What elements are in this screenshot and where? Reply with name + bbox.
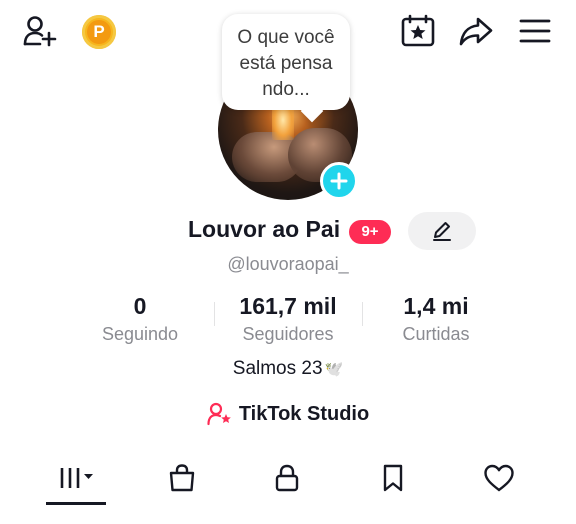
stat-followers[interactable]: 161,7 mil Seguidores [218,292,358,345]
grid-bars-icon [60,468,93,488]
coin-icon: P [87,20,111,44]
tiktok-studio-link[interactable]: TikTok Studio [207,402,369,426]
tab-saved[interactable] [363,456,423,500]
active-tab-indicator [46,502,106,505]
bookmark-icon [383,464,403,492]
likes-count: 1,4 mi [403,293,469,319]
share-button[interactable] [458,14,494,48]
bubble-line-3: ndo... [262,79,310,100]
tab-liked[interactable] [469,456,529,500]
bio: Salmos 23 🕊️ [0,358,576,380]
chevron-down-icon [84,474,93,479]
shopping-bag-icon [169,464,195,492]
profile-handle: @louvoraopai_ [227,254,349,274]
add-friend-button[interactable] [22,14,60,50]
following-count: 0 [133,293,147,319]
plus-icon [330,172,348,190]
followers-label: Seguidores [242,324,334,344]
tiktok-studio-link-wrap: TikTok Studio [0,402,576,431]
bubble-line-2: está pensa [239,53,333,74]
calendar-star-icon [401,14,435,47]
stat-following[interactable]: 0 Seguindo [70,292,210,345]
status-note-bubble[interactable]: O que você está pensa ndo... [222,14,350,123]
heart-icon [484,464,514,492]
followers-count: 161,7 mil [239,293,337,319]
profile-name: Louvor ao Pai [188,216,341,242]
share-arrow-icon [459,17,493,46]
following-label: Seguindo [101,324,179,344]
stat-divider [214,302,215,326]
stat-likes[interactable]: 1,4 mi Curtidas [366,292,506,345]
edit-profile-button[interactable] [408,212,476,250]
add-story-button[interactable] [320,162,358,200]
bio-text: Salmos 23 [232,358,323,379]
menu-button[interactable] [518,16,552,46]
stat-divider [362,302,363,326]
hamburger-menu-icon [519,19,551,43]
bubble-line-1: O que você [237,27,335,48]
tab-shop[interactable] [152,456,212,500]
tab-private[interactable] [257,456,317,500]
person-plus-icon [23,16,57,47]
tab-videos[interactable] [46,456,106,500]
notification-badge[interactable]: 9+ [349,220,391,244]
dove-emoji: 🕊️ [324,361,344,378]
likes-label: Curtidas [402,324,470,344]
calendar-button[interactable] [400,14,436,48]
person-star-icon [207,402,231,426]
tiktok-studio-label: TikTok Studio [238,402,370,425]
lock-icon [275,464,299,492]
coin-balance-button[interactable]: P [82,15,116,49]
pencil-icon [433,222,451,241]
